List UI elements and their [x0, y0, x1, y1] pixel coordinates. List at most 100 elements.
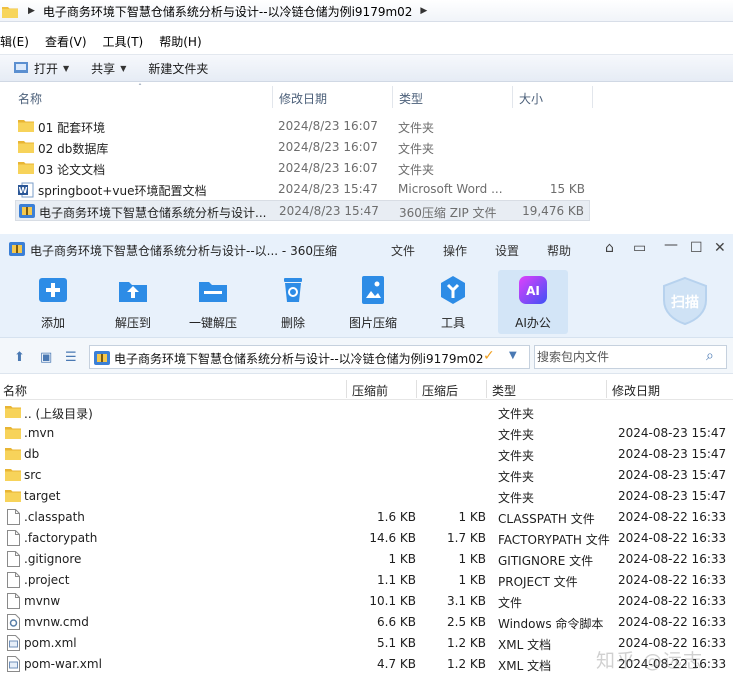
archive-list-row[interactable]: mvnw.cmd 6.6 KB 2.5 KB Windows 命令脚本 2024-08-…: [0, 612, 733, 633]
file-explorer-window: ▶ 电子商务环境下智慧仓储系统分析与设计--以冷链仓储为例i9179m02 ▶ …: [0, 0, 733, 234]
zip-archive-icon: [19, 204, 35, 218]
archive-list-row[interactable]: .. (上级目录) 文件夹: [0, 402, 733, 423]
search-icon[interactable]: ⌕: [706, 348, 714, 364]
address-bar[interactable]: ▶ 电子商务环境下智慧仓储系统分析与设计--以冷链仓储为例i9179m02 ▶: [0, 0, 733, 22]
column-type[interactable]: 类型: [399, 90, 423, 107]
tools-icon: [437, 274, 469, 306]
column-type[interactable]: 类型: [492, 382, 516, 399]
archive-list-row[interactable]: target 文件夹 2024-08-23 15:47: [0, 486, 733, 507]
share-button[interactable]: 共享 ▼: [91, 60, 126, 77]
file-list-row[interactable]: 01 配套环境 2024/8/23 16:07 文件夹: [15, 116, 590, 137]
list-view-icon[interactable]: ☰: [65, 350, 77, 365]
up-arrow-icon[interactable]: ⬆: [14, 350, 25, 365]
open-button[interactable]: 打开 ▼: [14, 60, 69, 77]
folder-icon: [5, 426, 21, 439]
row-size-before: 1 KB: [388, 552, 416, 566]
chevron-right-icon[interactable]: ▶: [420, 6, 427, 16]
feedback-icon[interactable]: ▭: [633, 240, 646, 256]
word-doc-icon: W: [18, 182, 34, 198]
row-size: 19,476 KB: [522, 204, 584, 218]
menu-file[interactable]: 文件: [391, 242, 415, 259]
row-type: 360压缩 ZIP 文件: [399, 206, 497, 220]
row-type: CLASSPATH 文件: [498, 512, 595, 526]
image-compress-button[interactable]: 图片压缩: [338, 270, 408, 334]
archive-list-row[interactable]: .factorypath 14.6 KB 1.7 KB FACTORYPATH 文件 2…: [0, 528, 733, 549]
menu-settings[interactable]: 设置: [495, 242, 519, 259]
one-click-extract-button[interactable]: 一键解压: [178, 270, 248, 334]
chevron-down-icon: ▼: [63, 63, 70, 73]
row-size-after: 1 KB: [458, 573, 486, 587]
tools-button[interactable]: 工具: [418, 270, 488, 334]
thumbnail-view-icon[interactable]: ▣: [40, 350, 52, 365]
row-type: 文件夹: [398, 163, 435, 177]
row-date: 2024/8/23 16:07: [278, 140, 378, 154]
column-header-row: 名称 压缩前 压缩后 类型 修改日期: [0, 378, 733, 400]
sort-up-icon: ˆ: [138, 83, 142, 92]
xml-file-icon: [7, 656, 20, 672]
file-list-row[interactable]: Wspringboot+vue环境配置文档 2024/8/23 15:47 Micr…: [15, 179, 590, 200]
archive-list-row[interactable]: .mvn 文件夹 2024-08-23 15:47: [0, 423, 733, 444]
watermark: 知乎 @远志: [596, 650, 704, 672]
row-size-before: 1.1 KB: [377, 573, 416, 587]
row-name: target: [24, 489, 61, 503]
archive-list-row[interactable]: mvnw 10.1 KB 3.1 KB 文件 2024-08-22 16:33: [0, 591, 733, 612]
file-list-row[interactable]: 02 db数据库 2024/8/23 16:07 文件夹: [15, 137, 590, 158]
row-date: 2024/8/23 15:47: [279, 204, 379, 218]
archive-list-row[interactable]: .classpath 1.6 KB 1 KB CLASSPATH 文件 2024-08-…: [0, 507, 733, 528]
scan-button[interactable]: 扫描: [660, 276, 710, 326]
chevron-right-icon[interactable]: ▶: [28, 6, 35, 16]
extract-to-button[interactable]: 解压到: [98, 270, 168, 334]
column-name[interactable]: 名称: [18, 90, 42, 107]
row-name: .factorypath: [24, 531, 98, 545]
delete-button[interactable]: 删除: [258, 270, 328, 334]
row-type: 文件: [498, 596, 523, 610]
menu-view[interactable]: 查看(V): [45, 33, 87, 50]
row-type: XML 文档: [498, 638, 552, 652]
row-size-after: 1 KB: [458, 552, 486, 566]
archive-path-field[interactable]: 电子商务环境下智慧仓储系统分析与设计--以冷链仓储为例i9179m02 ✓ ▼: [89, 345, 530, 369]
column-size-before[interactable]: 压缩前: [352, 382, 388, 399]
menu-help[interactable]: 帮助(H): [159, 33, 201, 50]
column-modified[interactable]: 修改日期: [612, 382, 660, 399]
search-box[interactable]: ⌕: [534, 345, 727, 369]
svg-text:AI: AI: [526, 284, 540, 298]
menu-operate[interactable]: 操作: [443, 242, 467, 259]
menu-edit[interactable]: 辑(E): [0, 33, 29, 50]
column-name[interactable]: 名称: [3, 382, 27, 399]
folder-icon: [5, 405, 21, 418]
archive-list-row[interactable]: .gitignore 1 KB 1 KB GITIGNORE 文件 2024-08-22…: [0, 549, 733, 570]
column-divider: [416, 380, 417, 398]
new-folder-button[interactable]: 新建文件夹: [148, 60, 208, 77]
minimize-button[interactable]: —: [664, 237, 678, 253]
maximize-button[interactable]: ☐: [690, 240, 703, 256]
row-size-after: 1.7 KB: [447, 531, 486, 545]
file-list-row[interactable]: 03 论文文档 2024/8/23 16:07 文件夹: [15, 158, 590, 179]
menu-tools[interactable]: 工具(T): [103, 33, 144, 50]
column-size-after[interactable]: 压缩后: [422, 382, 458, 399]
path-bar: ⬆ ▣ ☰ 电子商务环境下智慧仓储系统分析与设计--以冷链仓储为例i9179m0…: [0, 338, 733, 374]
add-button[interactable]: 添加: [18, 270, 88, 334]
column-divider: [592, 86, 593, 108]
ai-office-icon: AI: [517, 274, 549, 306]
cmd-script-icon: [7, 614, 20, 630]
column-date[interactable]: 修改日期: [279, 90, 327, 107]
folder-icon: [5, 468, 21, 481]
open-icon: [14, 61, 30, 75]
folder-icon: [2, 5, 18, 18]
search-input[interactable]: [537, 348, 702, 366]
file-icon: [7, 572, 20, 588]
archive-list-row[interactable]: .project 1.1 KB 1 KB PROJECT 文件 2024-08-22 1…: [0, 570, 733, 591]
archive-list-row[interactable]: db 文件夹 2024-08-23 15:47: [0, 444, 733, 465]
row-size-after: 1.2 KB: [447, 657, 486, 671]
breadcrumb-item[interactable]: 电子商务环境下智慧仓储系统分析与设计--以冷链仓储为例i9179m02: [41, 3, 415, 20]
row-size-before: 14.6 KB: [369, 531, 416, 545]
row-type: Microsoft Word ...: [398, 182, 503, 196]
ai-office-button[interactable]: AI AI办公: [498, 270, 568, 334]
archive-list-row[interactable]: src 文件夹 2024-08-23 15:47: [0, 465, 733, 486]
column-size[interactable]: 大小: [519, 90, 543, 107]
close-button[interactable]: ✕: [714, 240, 726, 256]
chevron-down-icon[interactable]: ▼: [509, 350, 517, 361]
file-list-row[interactable]: 电子商务环境下智慧仓储系统分析与设计... 2024/8/23 15:47 360压…: [15, 200, 590, 221]
menu-help[interactable]: 帮助: [547, 242, 571, 259]
skin-icon[interactable]: ⌂: [605, 240, 614, 256]
